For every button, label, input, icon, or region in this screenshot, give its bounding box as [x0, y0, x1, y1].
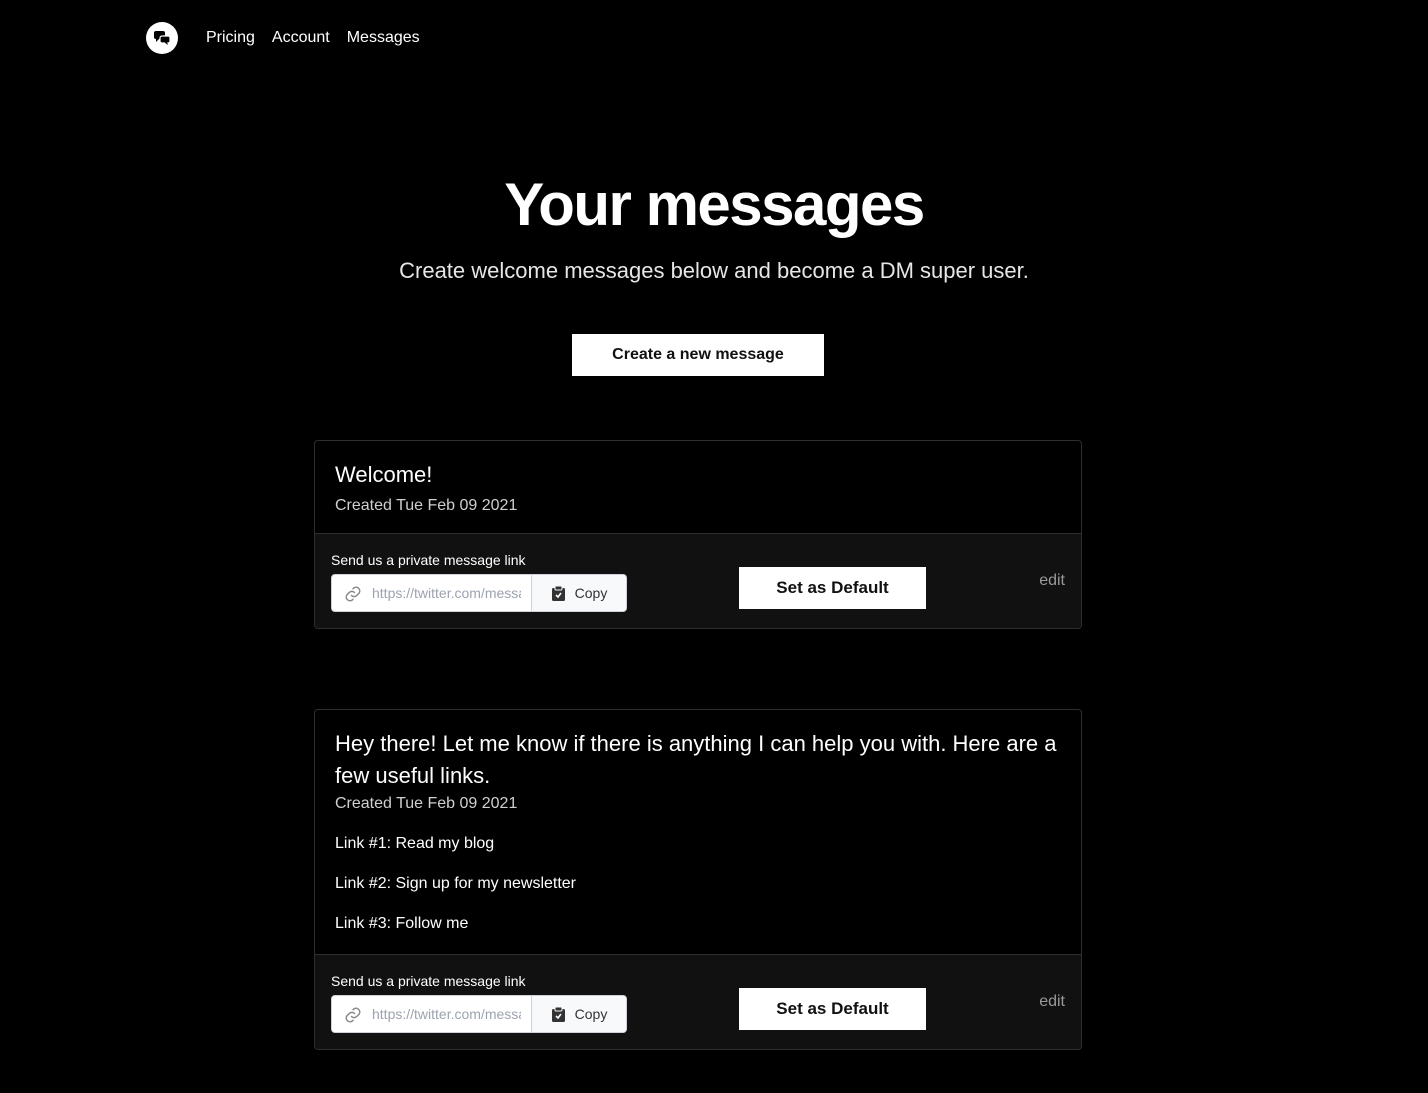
link-input-group: Copy: [331, 574, 627, 612]
link-input-group: Copy: [331, 995, 627, 1033]
nav-link-account[interactable]: Account: [272, 22, 330, 54]
message-title: Hey there! Let me know if there is anyth…: [335, 731, 1057, 788]
logo[interactable]: [146, 22, 178, 54]
chat-bubbles-icon: [154, 31, 171, 45]
nav-link-messages[interactable]: Messages: [347, 22, 420, 54]
edit-link[interactable]: edit: [1039, 992, 1065, 1012]
message-card: Hey there! Let me know if there is anyth…: [314, 709, 1082, 1050]
link-label: Send us a private message link: [331, 552, 526, 568]
copy-label: Copy: [574, 585, 608, 601]
set-default-button[interactable]: Set as Default: [739, 988, 926, 1030]
top-nav: Pricing Account Messages: [146, 22, 437, 54]
link-input-wrap: [332, 575, 532, 611]
message-created-date: Created Tue Feb 09 2021: [335, 795, 518, 812]
message-title: Welcome!: [335, 462, 433, 487]
link-input-wrap: [332, 996, 532, 1032]
message-card-footer: Send us a private message link Copy Set …: [315, 954, 1081, 1049]
link-icon: [345, 1007, 361, 1023]
message-line: Link #2: Sign up for my newsletter: [335, 875, 577, 892]
link-icon: [345, 586, 361, 602]
create-message-button[interactable]: Create a new message: [572, 334, 824, 376]
message-created-date: Created Tue Feb 09 2021: [335, 497, 518, 514]
page-subtitle: Create welcome messages below and become…: [399, 258, 1029, 283]
clipboard-icon: [551, 585, 565, 601]
copy-button[interactable]: Copy: [532, 996, 626, 1032]
clipboard-icon: [551, 1006, 565, 1022]
message-card-footer: Send us a private message link Copy Set …: [315, 533, 1081, 628]
message-line: Link #3: Follow me: [335, 915, 469, 932]
copy-button[interactable]: Copy: [532, 575, 626, 611]
nav-link-pricing[interactable]: Pricing: [206, 22, 255, 54]
page-title: Your messages: [504, 171, 925, 238]
message-line: Link #1: Read my blog: [335, 835, 495, 852]
edit-link[interactable]: edit: [1039, 571, 1065, 591]
set-default-button[interactable]: Set as Default: [739, 567, 926, 609]
message-card: Welcome! Created Tue Feb 09 2021 Send us…: [314, 440, 1082, 629]
copy-label: Copy: [574, 1006, 608, 1022]
link-label: Send us a private message link: [331, 973, 526, 989]
